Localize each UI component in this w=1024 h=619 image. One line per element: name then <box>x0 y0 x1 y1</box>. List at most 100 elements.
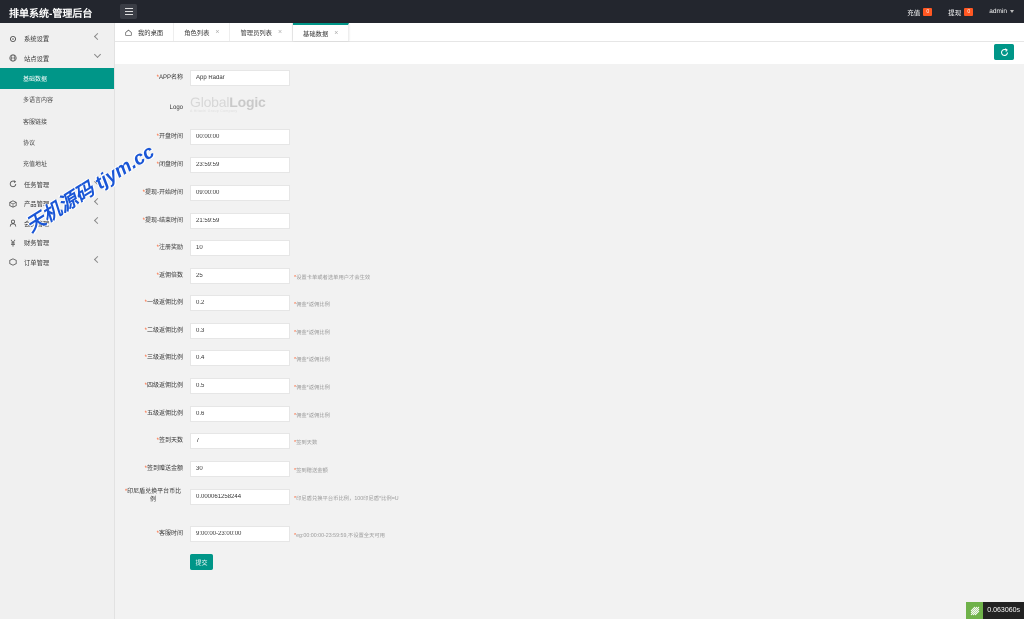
chevron-left-icon <box>93 256 102 264</box>
sidebar-subitem-multilang[interactable]: 多语言内容 <box>0 89 114 110</box>
form-row-open-time: *开盘时间 <box>115 129 1024 145</box>
service-time-input[interactable] <box>190 526 290 542</box>
field-hint: 签到赠送金额 <box>296 468 328 474</box>
signin-amount-input[interactable] <box>190 461 290 477</box>
close-icon[interactable]: × <box>334 30 338 37</box>
tool-strip <box>115 42 1024 64</box>
withdraw-end-input[interactable] <box>190 213 290 229</box>
chevron-down-icon <box>93 50 102 58</box>
sidebar-item-label: 订单管理 <box>24 259 50 267</box>
tab-my-desktop[interactable]: 我的桌面 <box>115 23 175 41</box>
field-label: 印尼盾兑换平台币比例 <box>127 489 182 503</box>
user-name: admin <box>989 8 1007 15</box>
sidebar-item-order-management[interactable]: 订单管理 <box>0 252 114 272</box>
sidebar-item-member-management[interactable]: 会员管理 <box>0 213 114 233</box>
field-label: 开盘时间 <box>158 134 183 140</box>
field-label: 三级返佣比例 <box>146 355 183 361</box>
sidebar-subitem-basic-data[interactable]: 基础数据 <box>0 68 114 90</box>
field-label: 提现-结束时间 <box>145 218 183 224</box>
field-label: 签到赠送金额 <box>146 466 183 472</box>
tab-basic-data[interactable]: 基础数据 × <box>293 23 350 41</box>
menu-toggle-button[interactable] <box>120 4 137 19</box>
form-row-rebate-level3: *三级返佣比例 *佣金*返佣比例 <box>115 350 1024 366</box>
withdraw-link[interactable]: 提现 0 <box>948 7 974 17</box>
withdraw-start-input[interactable] <box>190 185 290 201</box>
sidebar-subitem-agreement[interactable]: 协议 <box>0 132 114 153</box>
tab-label: 角色列表 <box>184 29 210 37</box>
sidebar-item-system-settings[interactable]: 系统设置 <box>0 29 114 49</box>
recharge-link[interactable]: 充值 0 <box>907 7 933 17</box>
close-icon[interactable]: × <box>278 29 282 36</box>
timer-widget[interactable]: 0.063060s <box>966 602 1024 619</box>
sidebar-subitem-service-link[interactable]: 客服链接 <box>0 111 114 132</box>
app-title: 排单系统-管理后台 <box>9 9 93 20</box>
tab-bar: 我的桌面 角色列表 × 管理员列表 × 基础数据 × <box>115 23 1024 42</box>
rebate-level1-input[interactable] <box>190 295 290 311</box>
refresh-icon <box>9 180 17 188</box>
field-label: Logo <box>169 105 183 111</box>
logo-text-light: Global <box>190 94 230 110</box>
form-row-signin-amount: *签到赠送金额 *签到赠送金额 <box>115 461 1024 477</box>
sidebar-subitem-recharge-address[interactable]: 充值地址 <box>0 153 114 174</box>
form-row-rebate-level1: *一级返佣比例 *佣金*返佣比例 <box>115 295 1024 311</box>
field-hint: 设置卡单或者选单用户才会生效 <box>296 275 371 281</box>
refresh-icon <box>1000 47 1008 56</box>
user-icon <box>9 219 17 227</box>
sidebar-item-label: 财务管理 <box>24 240 50 248</box>
form-row-close-time: *闭盘时间 <box>115 157 1024 173</box>
tab-role-list[interactable]: 角色列表 × <box>174 23 231 41</box>
top-bar: 排单系统-管理后台 充值 0 提现 0 admin <box>0 0 1024 23</box>
tab-label: 我的桌面 <box>138 29 164 37</box>
field-label: 返佣倍数 <box>158 273 183 279</box>
form-row-withdraw-start: *提现-开始时间 <box>115 185 1024 201</box>
top-right-area: 充值 0 提现 0 admin <box>907 0 1014 23</box>
open-time-input[interactable] <box>190 129 290 145</box>
chevron-left-icon <box>93 32 102 41</box>
chevron-left-icon <box>93 197 102 206</box>
signin-days-input[interactable] <box>190 433 290 449</box>
close-time-input[interactable] <box>190 157 290 173</box>
field-hint: 印尼盾兑换平台币比例，100印尼盾*比例=U <box>296 496 399 502</box>
field-label: 提现-开始时间 <box>145 190 183 196</box>
field-label: 一级返佣比例 <box>146 300 183 306</box>
field-label: 四级返佣比例 <box>146 383 183 389</box>
tab-admin-list[interactable]: 管理员列表 × <box>230 23 294 41</box>
rebate-level4-input[interactable] <box>190 378 290 394</box>
money-icon <box>9 239 17 247</box>
register-reward-input[interactable] <box>190 240 290 256</box>
tab-label: 管理员列表 <box>240 29 272 37</box>
logo-image[interactable]: GlobalLogic A Hitachi Group Company <box>190 94 290 118</box>
app-name-input[interactable] <box>190 70 290 86</box>
user-menu[interactable]: admin <box>989 8 1014 15</box>
submit-button[interactable]: 提交 <box>190 554 213 570</box>
recharge-label: 充值 <box>907 9 921 17</box>
form-row-rebate-level2: *二级返佣比例 *佣金*返佣比例 <box>115 323 1024 339</box>
form-row-withdraw-end: *提现-结束时间 <box>115 213 1024 229</box>
sidebar-item-task-management[interactable]: 任务管理 <box>0 174 114 194</box>
field-hint: 佣金*返佣比例 <box>296 302 330 308</box>
sidebar-item-product-management[interactable]: 产品管理 <box>0 194 114 214</box>
form-area: *APP名称 Logo GlobalLogic A Hitachi Group … <box>115 64 1024 619</box>
sidebar-item-label: 会员管理 <box>24 220 50 228</box>
caret-down-icon <box>1010 10 1014 13</box>
field-label: 闭盘时间 <box>158 162 183 168</box>
form-row-register-reward: *注册奖励 <box>115 240 1024 256</box>
rebate-level5-input[interactable] <box>190 406 290 422</box>
field-hint: 佣金*返佣比例 <box>296 330 330 336</box>
timer-value: 0.063060s <box>983 602 1024 619</box>
box-icon <box>9 200 17 208</box>
form-row-rebate-multiple: *返佣倍数 *设置卡单或者选单用户才会生效 <box>115 268 1024 284</box>
chevron-left-icon <box>93 217 102 225</box>
exchange-rate-input[interactable] <box>190 489 290 505</box>
chevron-left-icon <box>93 178 102 186</box>
tab-label: 基础数据 <box>303 30 329 38</box>
home-icon <box>125 29 132 36</box>
rebate-multiple-input[interactable] <box>190 268 290 284</box>
rebate-level2-input[interactable] <box>190 323 290 339</box>
sidebar-item-finance-management[interactable]: 财务管理 <box>0 233 114 253</box>
rebate-level3-input[interactable] <box>190 350 290 366</box>
sidebar-item-site-settings[interactable]: 站点设置 <box>0 49 114 69</box>
refresh-button[interactable] <box>994 44 1014 60</box>
field-hint: 佣金*返佣比例 <box>296 385 330 391</box>
close-icon[interactable]: × <box>215 29 219 36</box>
